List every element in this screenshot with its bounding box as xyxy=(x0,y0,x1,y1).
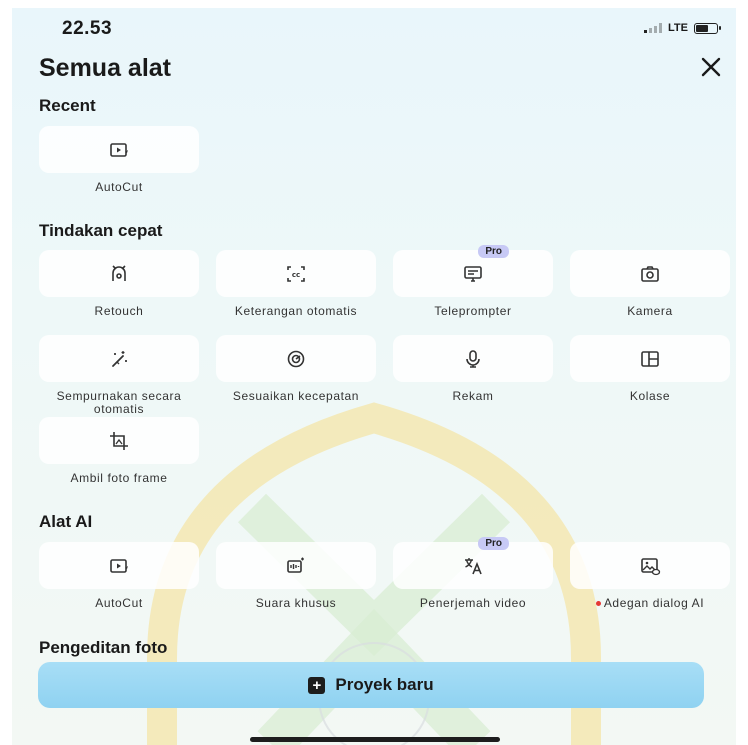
tool-label: Sempurnakan secara otomatis xyxy=(56,389,182,416)
tool-label: Adegan dialog AI xyxy=(570,597,730,610)
retouch-icon xyxy=(112,264,126,281)
signal-icon xyxy=(644,23,663,33)
new-dot xyxy=(595,601,601,607)
autocut-icon xyxy=(110,142,128,157)
tool-label: Sesuaikan kecepatan xyxy=(232,389,360,403)
tool-adjust-speed[interactable]: Sesuaikan kecepatan xyxy=(216,335,376,403)
tool-label-text: Adegan dialog AI xyxy=(603,596,705,610)
status-bar: 22.53 LTE xyxy=(12,8,736,48)
tool-label: AutoCut xyxy=(95,596,143,610)
tool-ai-autocut[interactable]: AutoCut xyxy=(39,542,199,610)
tool-label: Teleprompter xyxy=(434,304,512,318)
svg-text:cc: cc xyxy=(292,271,300,279)
plus-icon: + xyxy=(308,676,326,694)
tool-label: AutoCut xyxy=(95,180,143,194)
section-title-ai: Alat AI xyxy=(39,512,93,531)
tool-label: Retouch xyxy=(94,304,144,318)
camera-icon xyxy=(641,265,659,282)
network-label: LTE xyxy=(668,22,688,34)
new-project-button[interactable]: + Proyek baru xyxy=(38,662,704,708)
captions-icon: cc xyxy=(287,265,305,282)
tool-auto-enhance[interactable]: Sempurnakan secara otomatis xyxy=(39,335,199,416)
tool-ai-dialog-scene[interactable]: Adegan dialog AI xyxy=(570,542,730,610)
status-time: 22.53 xyxy=(62,18,113,39)
teleprompter-icon xyxy=(464,265,482,282)
translate-icon xyxy=(465,557,482,574)
tool-video-translator[interactable]: Pro Penerjemah video xyxy=(393,537,553,610)
tool-label: Suara khusus xyxy=(255,596,337,610)
tool-label: Kamera xyxy=(627,304,673,318)
autocut-icon xyxy=(110,558,128,573)
close-button[interactable] xyxy=(696,54,726,84)
section-title-photo: Pengeditan foto xyxy=(39,638,168,657)
tool-collage[interactable]: Kolase xyxy=(570,335,730,403)
status-indicators: LTE xyxy=(644,22,721,34)
tool-camera[interactable]: Kamera xyxy=(570,250,730,318)
tool-teleprompter[interactable]: Pro Teleprompter xyxy=(393,245,553,318)
dialog-scene-icon xyxy=(641,557,661,575)
home-indicator[interactable] xyxy=(250,737,500,742)
tool-label: Kolase xyxy=(629,389,671,403)
battery-icon xyxy=(694,22,721,34)
pro-badge: Pro xyxy=(478,245,509,258)
voice-icon xyxy=(287,557,304,573)
speed-icon xyxy=(287,350,305,367)
tool-frame-capture[interactable]: Ambil foto frame xyxy=(39,417,199,485)
tool-label: Ambil foto frame xyxy=(70,471,168,485)
tool-retouch[interactable]: Retouch xyxy=(39,250,199,318)
tool-record[interactable]: Rekam xyxy=(393,335,553,403)
crop-frame-icon xyxy=(110,431,128,450)
app-screen: 22.53 LTE Semua alat Recent AutoCut Tind… xyxy=(12,8,736,745)
tool-recent-autocut[interactable]: AutoCut xyxy=(39,126,199,194)
tool-label: Keterangan otomatis xyxy=(234,304,358,318)
close-icon xyxy=(701,57,721,77)
tool-label: Rekam xyxy=(452,389,494,403)
tool-auto-captions[interactable]: cc Keterangan otomatis xyxy=(216,250,376,318)
section-title-quick: Tindakan cepat xyxy=(39,221,163,240)
collage-icon xyxy=(641,350,659,367)
tool-custom-voice[interactable]: Suara khusus xyxy=(216,542,376,610)
magic-wand-icon xyxy=(112,350,127,367)
section-title-recent: Recent xyxy=(39,96,96,115)
new-project-label: Proyek baru xyxy=(335,675,434,694)
pro-badge: Pro xyxy=(478,537,509,550)
page-title: Semua alat xyxy=(39,54,172,82)
microphone-icon xyxy=(466,349,480,368)
tool-label: Penerjemah video xyxy=(419,596,527,610)
